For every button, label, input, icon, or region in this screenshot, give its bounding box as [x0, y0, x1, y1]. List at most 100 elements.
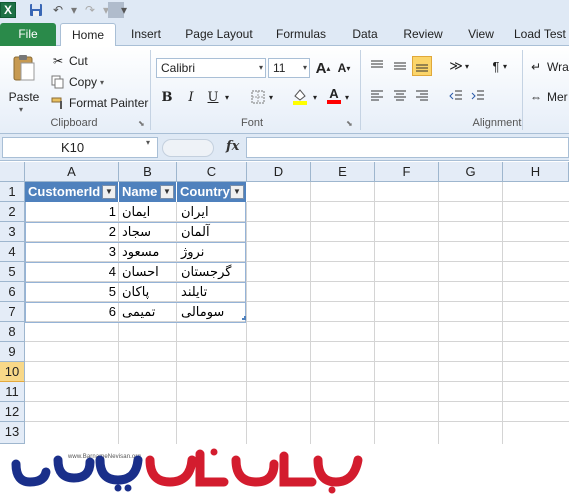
fill-color-dropdown-icon[interactable]: ▾: [310, 87, 320, 107]
formula-bar-splitter[interactable]: [162, 139, 214, 157]
cell-name[interactable]: سجاد: [119, 222, 177, 242]
font-color-dropdown-icon[interactable]: ▾: [342, 87, 352, 107]
fill-color-icon[interactable]: [290, 86, 310, 106]
column-header-c[interactable]: C: [177, 162, 247, 182]
font-size-dropdown-icon[interactable]: ▾: [303, 59, 307, 77]
cell-country[interactable]: آلمان: [177, 222, 247, 242]
row-header-4[interactable]: 4: [0, 242, 25, 262]
underline-button[interactable]: U: [203, 87, 223, 107]
tab-view[interactable]: View: [460, 23, 502, 46]
row-header-13[interactable]: 13: [0, 422, 25, 444]
text-direction-dropdown-icon[interactable]: ▾: [500, 56, 510, 76]
column-header-f[interactable]: F: [375, 162, 439, 182]
cell-country[interactable]: ایران: [177, 202, 247, 222]
grow-font-icon[interactable]: A ▴: [313, 58, 333, 78]
name-box[interactable]: K10: [2, 137, 158, 158]
align-center-icon[interactable]: [390, 86, 410, 106]
row-header-9[interactable]: 9: [0, 342, 25, 362]
format-painter-button[interactable]: Format Painter: [50, 94, 148, 112]
clipboard-launcher-icon[interactable]: ⬊: [138, 119, 145, 128]
tab-data[interactable]: Data: [344, 23, 386, 46]
table-header-country[interactable]: Country ▼: [177, 182, 247, 202]
filter-dropdown-icon[interactable]: ▼: [160, 185, 174, 199]
select-all-corner[interactable]: [0, 162, 25, 182]
align-top-icon[interactable]: [367, 56, 387, 76]
cell-name[interactable]: مسعود: [119, 242, 177, 262]
borders-icon[interactable]: [248, 87, 268, 107]
column-header-g[interactable]: G: [439, 162, 503, 182]
cell-customerid[interactable]: 1: [25, 202, 119, 222]
save-icon[interactable]: [28, 2, 44, 18]
cell-name[interactable]: ایمان: [119, 202, 177, 222]
cell-name[interactable]: پاکان: [119, 282, 177, 302]
row-header-1[interactable]: 1: [0, 182, 25, 202]
column-header-e[interactable]: E: [311, 162, 375, 182]
row-header-7[interactable]: 7: [0, 302, 25, 322]
filter-dropdown-icon[interactable]: ▼: [102, 185, 116, 199]
cut-button[interactable]: ✂ Cut: [50, 52, 88, 70]
row-header-12[interactable]: 12: [0, 402, 25, 422]
paste-button[interactable]: Paste ▾: [4, 50, 44, 114]
align-left-icon[interactable]: [367, 86, 387, 106]
undo-dropdown-icon[interactable]: ▾: [66, 2, 82, 18]
row-header-11[interactable]: 11: [0, 382, 25, 402]
shrink-font-icon[interactable]: A ▾: [334, 58, 354, 78]
redo-icon[interactable]: ↷: [82, 2, 98, 18]
italic-button[interactable]: I: [181, 87, 201, 107]
cell-name[interactable]: تمیمی: [119, 302, 177, 322]
row-header-8[interactable]: 8: [0, 322, 25, 342]
cell-customerid[interactable]: 4: [25, 262, 119, 282]
excel-logo-icon[interactable]: X: [0, 2, 16, 18]
cell-customerid[interactable]: 5: [25, 282, 119, 302]
tab-review[interactable]: Review: [398, 23, 448, 46]
tab-page-layout[interactable]: Page Layout: [180, 23, 258, 46]
table-header-customerid[interactable]: CustomerId ▼: [25, 182, 119, 202]
tab-formulas[interactable]: Formulas: [270, 23, 332, 46]
column-header-d[interactable]: D: [247, 162, 311, 182]
cell-country[interactable]: گرجستان: [177, 262, 247, 282]
tab-file[interactable]: File: [0, 23, 56, 46]
spreadsheet-grid[interactable]: A B C D E F G H 1 2 3 4 5 6 7 8 9 10 11 …: [0, 162, 569, 444]
paste-dropdown-icon[interactable]: ▾: [19, 105, 23, 114]
tab-home[interactable]: Home: [60, 23, 116, 47]
cell-country[interactable]: تایلند: [177, 282, 247, 302]
row-header-2[interactable]: 2: [0, 202, 25, 222]
row-header-5[interactable]: 5: [0, 262, 25, 282]
cell-customerid[interactable]: 6: [25, 302, 119, 322]
cell-customerid[interactable]: 2: [25, 222, 119, 242]
formula-input[interactable]: [246, 137, 569, 158]
cell-country[interactable]: نروژ: [177, 242, 247, 262]
table-resize-handle[interactable]: [242, 316, 246, 320]
font-size-combo[interactable]: 11 ▾: [268, 58, 310, 78]
borders-dropdown-icon[interactable]: ▾: [266, 87, 276, 107]
decrease-indent-icon[interactable]: [446, 86, 466, 106]
font-color-icon[interactable]: A: [324, 86, 344, 106]
filter-dropdown-icon[interactable]: ▼: [230, 185, 244, 199]
cell-country[interactable]: سومالی: [177, 302, 247, 322]
row-header-3[interactable]: 3: [0, 222, 25, 242]
table-header-name[interactable]: Name ▼: [119, 182, 177, 202]
align-bottom-icon[interactable]: [412, 56, 432, 76]
cell-name[interactable]: احسان: [119, 262, 177, 282]
row-header-10[interactable]: 10: [0, 362, 25, 382]
font-name-combo[interactable]: Calibri ▾: [156, 58, 266, 78]
column-header-h[interactable]: H: [503, 162, 569, 182]
increase-indent-icon[interactable]: [468, 86, 488, 106]
font-launcher-icon[interactable]: ⬊: [346, 119, 353, 128]
copy-dropdown-icon[interactable]: ▾: [100, 78, 104, 87]
undo-icon[interactable]: ↶: [50, 2, 66, 18]
font-name-dropdown-icon[interactable]: ▾: [259, 59, 263, 77]
align-right-icon[interactable]: [412, 86, 432, 106]
column-header-a[interactable]: A: [25, 162, 119, 182]
cell-customerid[interactable]: 3: [25, 242, 119, 262]
name-box-dropdown-icon[interactable]: ▾: [146, 138, 150, 147]
bold-button[interactable]: B: [157, 87, 177, 107]
wrap-text-button[interactable]: ↵ Wra: [528, 58, 569, 76]
align-middle-icon[interactable]: [390, 56, 410, 76]
row-header-6[interactable]: 6: [0, 282, 25, 302]
copy-button[interactable]: Copy ▾: [50, 73, 104, 91]
tab-load-test[interactable]: Load Test: [514, 23, 569, 46]
tab-insert[interactable]: Insert: [124, 23, 168, 46]
insert-function-icon[interactable]: fx: [226, 139, 239, 154]
orientation-dropdown-icon[interactable]: ▾: [462, 56, 472, 76]
